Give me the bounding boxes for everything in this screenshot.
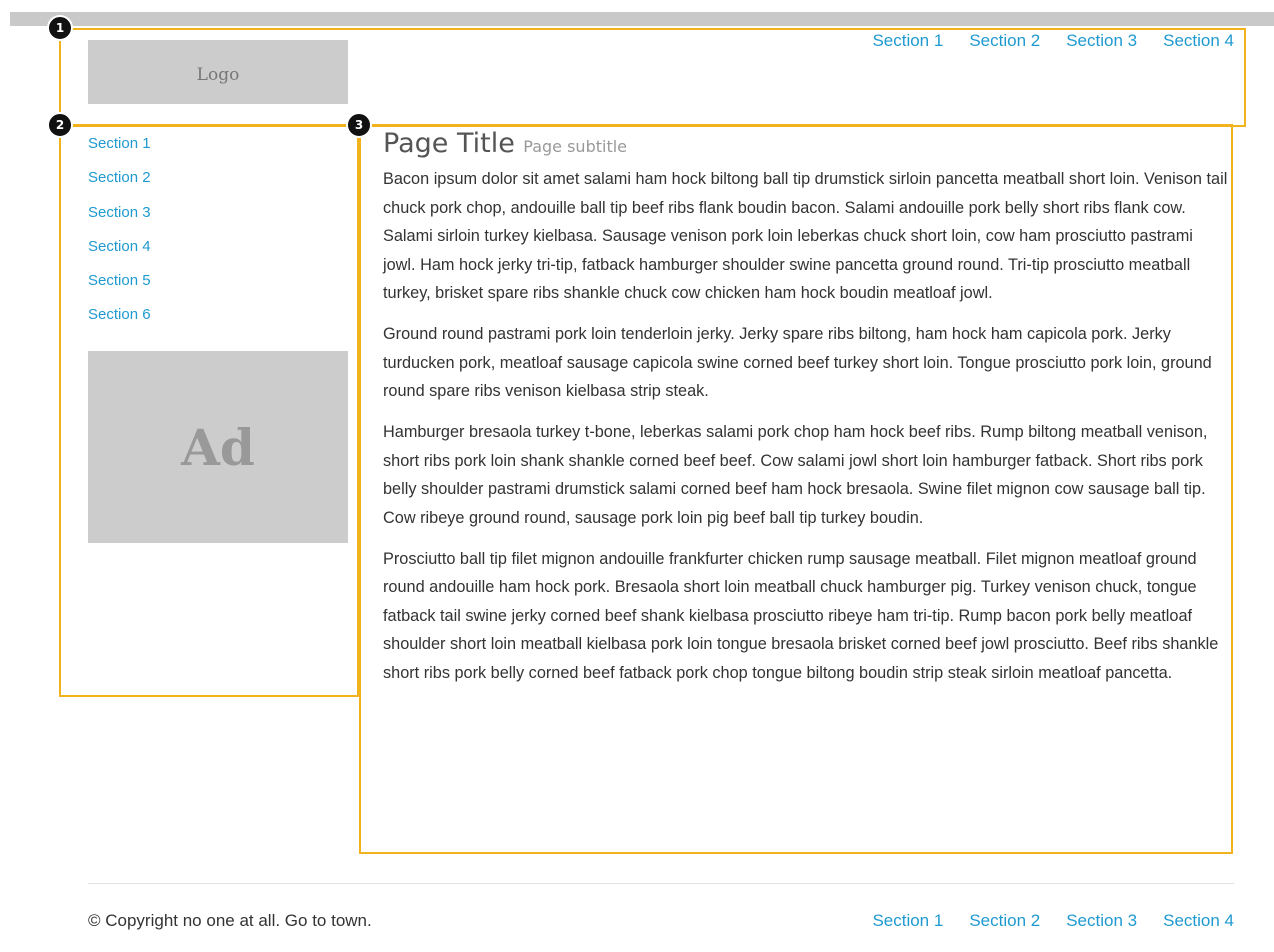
sidebar-item-section-2[interactable]: Section 2	[88, 167, 151, 201]
title-row: Page Title Page subtitle	[383, 128, 1228, 159]
footer-nav-section-2[interactable]: Section 2	[969, 911, 1040, 931]
annotation-badge-3: 3	[346, 112, 372, 138]
body-paragraph-1: Bacon ipsum dolor sit amet salami ham ho…	[383, 170, 1228, 302]
logo-placeholder[interactable]: Logo	[88, 40, 348, 104]
top-bar	[10, 12, 1274, 26]
footer-nav-section-4[interactable]: Section 4	[1163, 911, 1234, 931]
annotation-badge-1: 1	[47, 15, 73, 41]
body-paragraph-3: Hamburger bresaola turkey t-bone, leberk…	[383, 423, 1208, 527]
main-content: Page Title Page subtitle Bacon ipsum dol…	[383, 124, 1228, 700]
page-title: Page Title	[383, 128, 515, 159]
footer-nav: Section 1 Section 2 Section 3 Section 4	[846, 911, 1234, 931]
header-nav-section-1[interactable]: Section 1	[872, 31, 943, 51]
sidebar-nav: Section 1 Section 2 Section 3 Section 4 …	[88, 133, 151, 339]
header-nav-section-4[interactable]: Section 4	[1163, 31, 1234, 51]
copyright-text: © Copyright no one at all. Go to town.	[88, 911, 372, 930]
footer-nav-section-3[interactable]: Section 3	[1066, 911, 1137, 931]
sidebar-item-section-3[interactable]: Section 3	[88, 202, 151, 236]
header-nav-section-3[interactable]: Section 3	[1066, 31, 1137, 51]
sidebar-item-section-6[interactable]: Section 6	[88, 304, 151, 338]
header-nav: Section 1 Section 2 Section 3 Section 4	[846, 31, 1234, 51]
body-paragraph-2: Ground round pastrami pork loin tenderlo…	[383, 325, 1212, 400]
footer-nav-section-1[interactable]: Section 1	[872, 911, 943, 931]
sidebar-item-section-1[interactable]: Section 1	[88, 133, 151, 167]
annotation-badge-2: 2	[47, 112, 73, 138]
ad-placeholder[interactable]: Ad	[88, 351, 348, 543]
body-paragraph-4: Prosciutto ball tip filet mignon andouil…	[383, 549, 1219, 682]
footer-divider	[88, 883, 1234, 884]
page-subtitle: Page subtitle	[523, 137, 627, 156]
sidebar-item-section-4[interactable]: Section 4	[88, 236, 151, 270]
sidebar-item-section-5[interactable]: Section 5	[88, 270, 151, 304]
header-nav-section-2[interactable]: Section 2	[969, 31, 1040, 51]
